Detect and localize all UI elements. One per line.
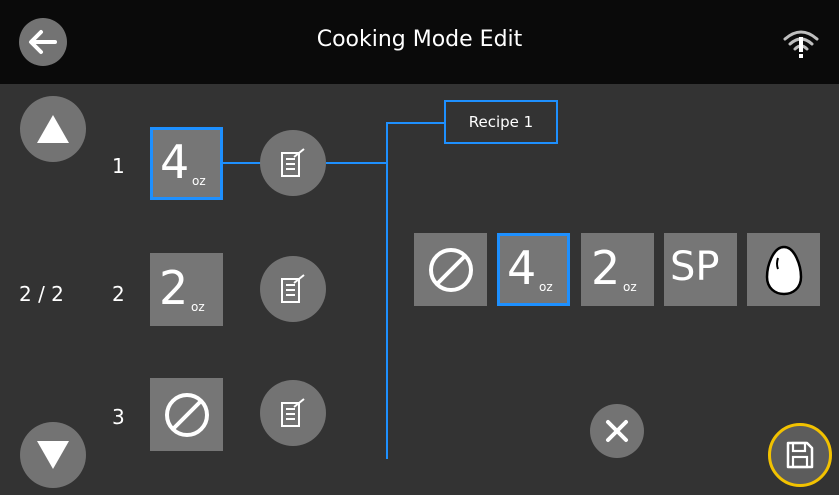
mode-option-egg[interactable] [747, 233, 820, 306]
slot-2-index: 2 [112, 282, 125, 306]
save-icon [786, 441, 814, 469]
scroll-up-button[interactable] [20, 96, 86, 162]
slot-3-edit-button[interactable] [260, 380, 326, 446]
slot-1-mode-number: 4 [160, 135, 190, 189]
triangle-up-icon [37, 115, 69, 143]
edit-note-icon [281, 148, 305, 177]
slot-2-mode-number: 2 [159, 261, 189, 315]
connector-line [386, 122, 388, 459]
wifi-icon [781, 26, 821, 60]
mode-option-number: 2 [591, 241, 621, 295]
slot-3-mode-tile[interactable] [150, 378, 223, 451]
connector-line [326, 162, 387, 164]
edit-note-icon [281, 398, 305, 427]
slot-3-index: 3 [112, 405, 125, 429]
slot-2-mode-unit: oz [191, 300, 205, 314]
connector-line [386, 122, 444, 124]
save-button[interactable] [768, 423, 832, 487]
none-slash-icon [165, 393, 209, 437]
page-indicator: 2 / 2 [19, 282, 64, 306]
slot-2-mode-tile[interactable]: 2 oz [150, 253, 223, 326]
mode-option-2oz[interactable]: 2 oz [581, 233, 654, 306]
close-button[interactable] [590, 404, 644, 458]
page-title: Cooking Mode Edit [316, 27, 523, 52]
mode-option-none[interactable] [414, 233, 487, 306]
mode-option-4oz[interactable]: 4 oz [497, 233, 570, 306]
mode-option-number: 4 [507, 241, 537, 295]
slot-1-index: 1 [112, 154, 125, 178]
recipe-label: Recipe 1 [444, 100, 558, 144]
egg-icon [765, 245, 803, 296]
mode-option-unit: oz [539, 280, 553, 294]
slot-1-mode-tile[interactable]: 4 oz [150, 127, 223, 200]
mode-option-text: SP [670, 244, 720, 290]
edit-note-icon [281, 274, 305, 303]
scroll-down-button[interactable] [20, 422, 86, 488]
mode-option-unit: oz [623, 280, 637, 294]
slot-1-edit-button[interactable] [260, 130, 326, 196]
none-slash-icon [429, 248, 473, 292]
slot-2-edit-button[interactable] [260, 256, 326, 322]
triangle-down-icon [37, 441, 69, 469]
mode-option-sp[interactable]: SP [664, 233, 737, 306]
slot-1-mode-unit: oz [192, 174, 206, 188]
close-icon [606, 420, 628, 442]
connector-line [223, 162, 261, 164]
